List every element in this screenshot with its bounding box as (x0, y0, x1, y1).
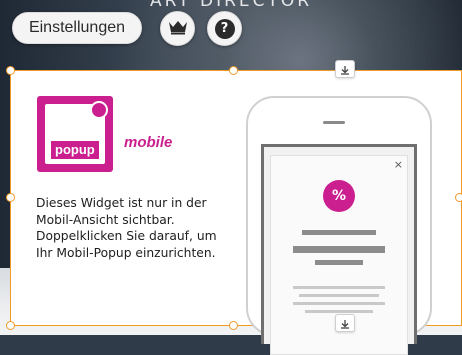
phone-speaker (323, 121, 345, 124)
crown-icon (168, 19, 188, 39)
resize-handle-bottom-middle[interactable] (229, 321, 238, 330)
download-arrow-icon (340, 314, 350, 333)
placeholder-bar (299, 294, 379, 297)
placeholder-bar (293, 286, 385, 289)
stretch-bottom-button[interactable] (335, 314, 355, 332)
help-button[interactable]: ? (207, 11, 242, 46)
close-icon: × (393, 158, 403, 171)
placeholder-bar (302, 230, 376, 235)
upgrade-button[interactable] (160, 11, 195, 46)
placeholder-bar (293, 302, 385, 305)
resize-handle-top-left[interactable] (6, 66, 15, 75)
logo-dot (90, 101, 108, 119)
resize-handle-left-middle[interactable] (6, 193, 15, 202)
logo-mobile-word: mobile (124, 134, 173, 151)
help-icon: ? (214, 18, 235, 39)
settings-button[interactable]: Einstellungen (12, 12, 142, 44)
percent-badge-icon: % (323, 180, 355, 212)
phone-mockup: × % (246, 96, 432, 355)
popup-widget[interactable]: popup mobile Dieses Widget ist nur in de… (10, 70, 462, 355)
resize-handle-right-middle[interactable] (455, 193, 462, 202)
placeholder-bar (305, 310, 373, 313)
widget-description: Dieses Widget ist nur in der Mobil-Ansic… (36, 196, 217, 260)
stretch-top-button[interactable] (335, 60, 355, 78)
placeholder-bar (293, 246, 385, 253)
resize-handle-top-middle[interactable] (229, 66, 238, 75)
resize-handle-bottom-left[interactable] (6, 321, 15, 330)
download-arrow-icon (340, 60, 350, 79)
popup-logo: popup (37, 96, 113, 172)
popup-logo-inner: popup (45, 101, 108, 164)
logo-popup-word: popup (51, 141, 99, 159)
background-heading: ART DIRECTOR (150, 0, 313, 11)
placeholder-bar (315, 260, 363, 265)
